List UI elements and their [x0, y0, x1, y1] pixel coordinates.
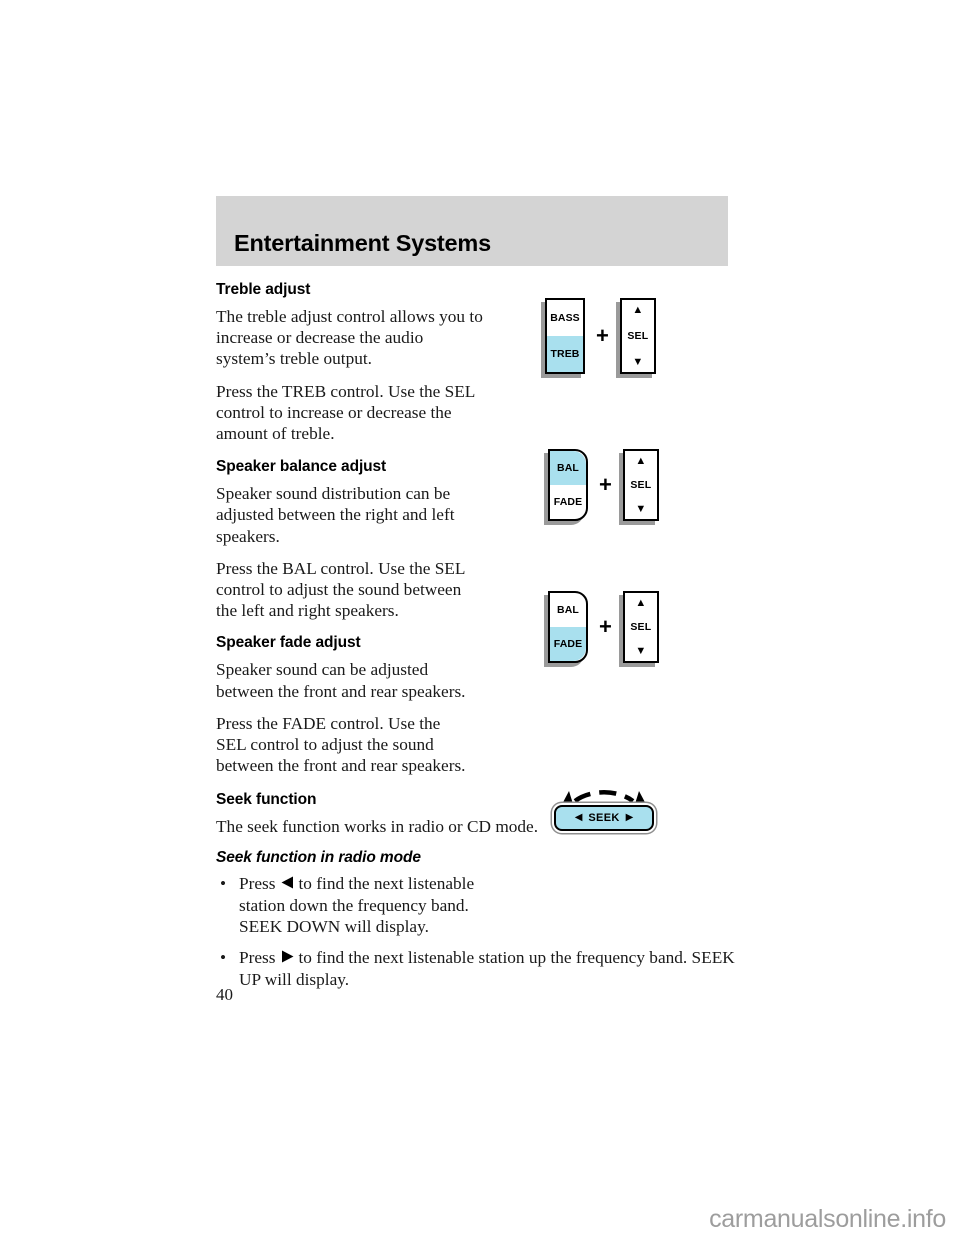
plus-operator-icon: +	[599, 472, 612, 497]
seek-button[interactable]: ◀ SEEK ▶	[554, 805, 654, 831]
subsection-heading-seek-radio: Seek function in radio mode	[216, 848, 421, 866]
bal-fade-button[interactable]: BAL FADE	[544, 591, 588, 667]
sel-label: SEL	[627, 330, 649, 342]
sel-up-triangle-icon[interactable]: ▲	[635, 456, 646, 467]
sel-button[interactable]: ▲ SEL ▼	[618, 449, 659, 525]
plus-operator-icon: +	[596, 323, 609, 348]
sel-label: SEL	[630, 479, 652, 491]
bal-label: BAL	[550, 451, 586, 485]
sel-down-triangle-icon[interactable]: ▼	[635, 504, 646, 515]
page-header-banner: Entertainment Systems	[216, 196, 728, 266]
bal-label: BAL	[557, 604, 579, 616]
bullet-text-before: Press	[239, 948, 276, 968]
section-paragraph: Press the BAL control. Use the SEL contr…	[216, 558, 465, 621]
section-paragraph: Press the TREB control. Use the SEL cont…	[216, 381, 475, 444]
right-triangle-icon	[280, 948, 295, 969]
bal-fade-button[interactable]: BAL FADE	[544, 449, 588, 525]
seek-right-arrow-icon[interactable]: ▶	[626, 813, 634, 823]
section-heading-treble: Treble adjust	[216, 281, 311, 298]
sel-button[interactable]: ▲ SEL ▼	[618, 591, 659, 667]
page-number: 40	[216, 985, 233, 1004]
fade-label: FADE	[550, 627, 586, 661]
section-paragraph: Press the FADE control. Use the SEL cont…	[216, 713, 466, 776]
section-paragraph: Speaker sound can be adjusted between th…	[216, 660, 466, 701]
bass-treb-button[interactable]: BASS TREB	[541, 298, 585, 378]
sel-button[interactable]: ▲ SEL ▼	[615, 298, 656, 378]
list-item: • Press to find the next listenable statio…	[216, 873, 499, 938]
page-title: Entertainment Systems	[234, 230, 491, 256]
treb-label: TREB	[547, 336, 583, 372]
sel-up-triangle-icon[interactable]: ▲	[632, 305, 643, 316]
left-triangle-icon	[280, 874, 295, 895]
figure-treble-control: BASS TREB + ▲ SEL ▼	[541, 298, 656, 378]
sel-down-triangle-icon[interactable]: ▼	[632, 357, 643, 368]
seek-bullet-list: • Press to find the next listenable statio…	[216, 873, 735, 991]
bullet-text-before: Press	[239, 873, 276, 893]
plus-operator-icon: +	[599, 614, 612, 639]
site-watermark: carmanualsonline.info	[709, 1205, 946, 1233]
bullet-marker: •	[220, 873, 227, 893]
bass-label: BASS	[550, 312, 580, 324]
section-paragraph: The treble adjust control allows you to …	[216, 307, 483, 369]
sel-down-triangle-icon[interactable]: ▼	[635, 646, 646, 657]
seek-left-arrow-icon[interactable]: ◀	[575, 813, 583, 823]
bullet-text-after: to find the next listenable station up t…	[239, 948, 735, 990]
bullet-marker: •	[220, 948, 227, 968]
figure-seek-control: ◀ SEEK ▶	[554, 790, 654, 831]
sel-label: SEL	[630, 621, 652, 633]
figure-balance-control: BAL FADE + ▲ SEL ▼	[544, 449, 659, 525]
seek-label: SEEK	[588, 812, 620, 824]
section-paragraph: Speaker sound distribution can be adjust…	[216, 484, 455, 546]
figure-fade-control: BAL FADE + ▲ SEL ▼	[544, 591, 659, 667]
sel-up-triangle-icon[interactable]: ▲	[635, 598, 646, 609]
list-item: • Press to find the next listenable statio…	[216, 947, 739, 990]
fade-label: FADE	[553, 496, 583, 508]
